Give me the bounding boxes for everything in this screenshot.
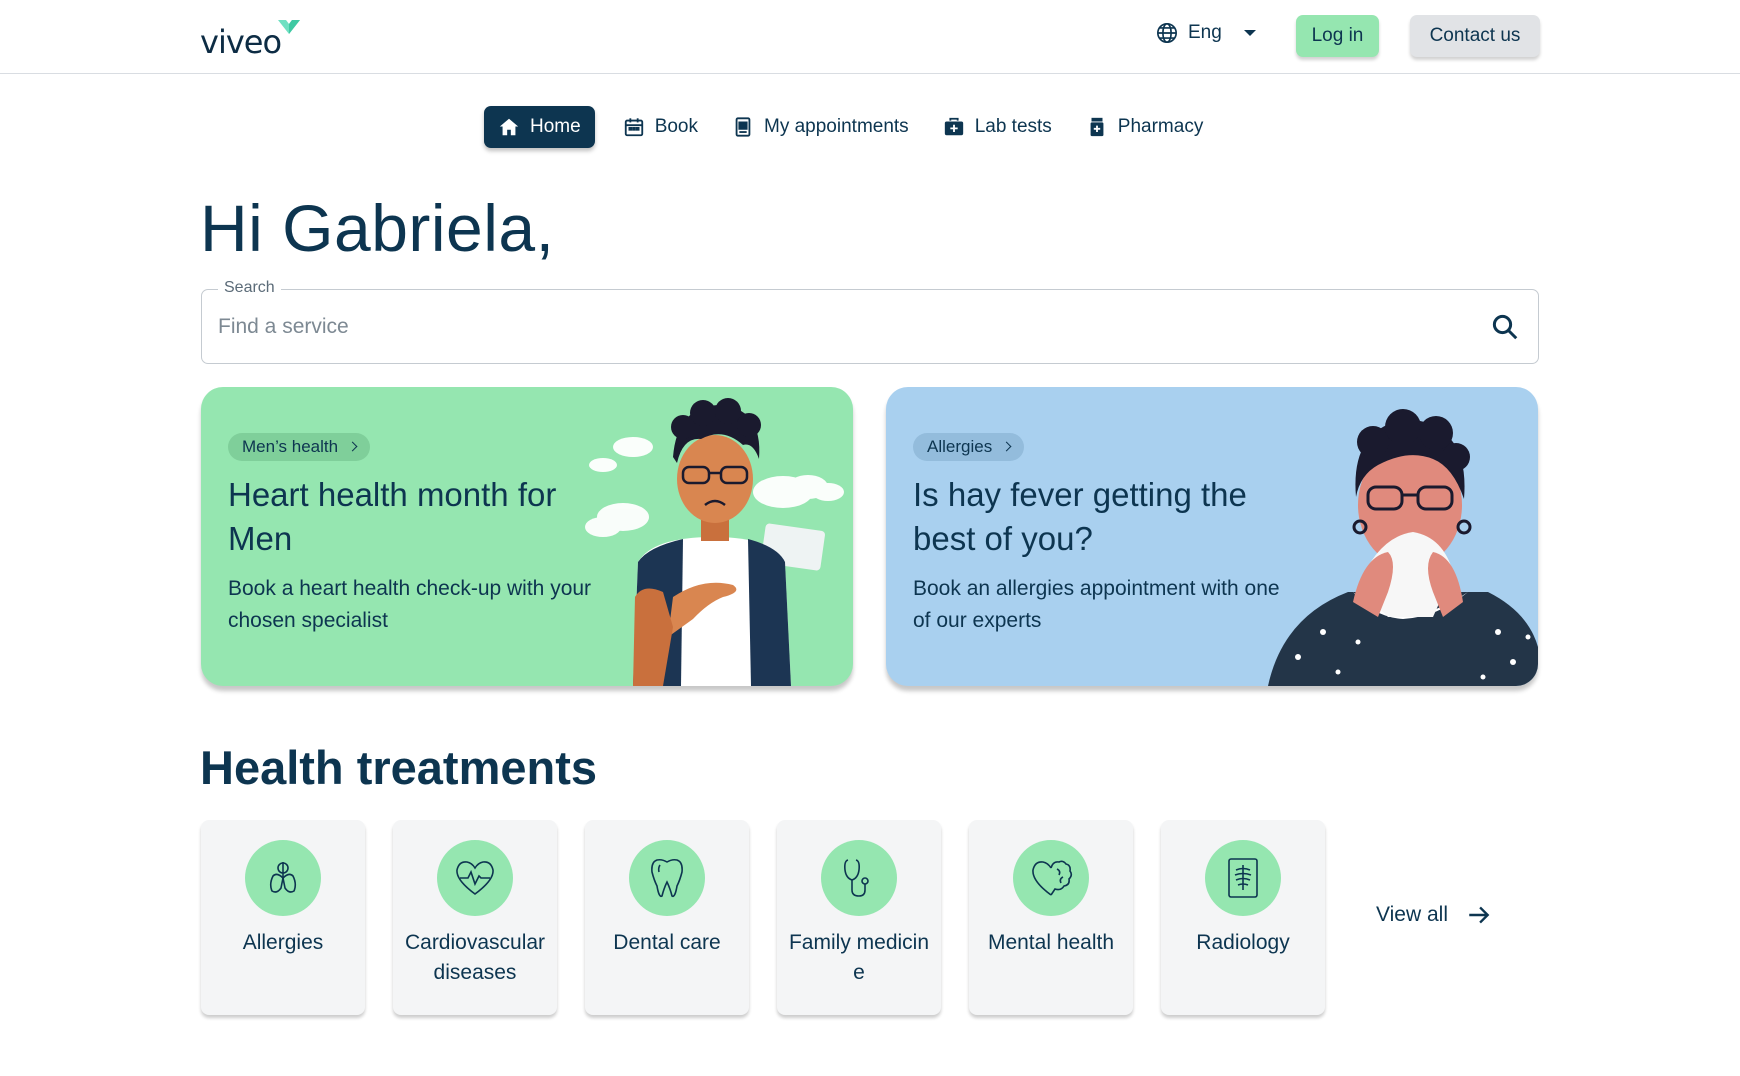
xray-icon	[1228, 858, 1258, 898]
treatment-tile-allergies[interactable]: Allergies	[201, 820, 365, 1015]
search-legend: Search	[218, 279, 281, 297]
treatment-tile-family-medicine[interactable]: Family medicine	[777, 820, 941, 1015]
tooth-icon	[651, 858, 683, 898]
nav-book[interactable]: Book	[609, 106, 712, 148]
man-chest-pain-illustration	[585, 398, 844, 686]
nav-my-appointments-label: My appointments	[764, 116, 909, 137]
lungs-icon	[269, 862, 297, 893]
treatment-label: Mental health	[987, 931, 1115, 954]
treatment-icon-circle	[821, 840, 897, 916]
contact-us-button[interactable]: Contact us	[1410, 15, 1540, 57]
treatment-label: Radiology	[1196, 931, 1290, 954]
clipboard-icon	[735, 117, 751, 137]
language-selector[interactable]: Eng	[1156, 22, 1256, 44]
chevron-down-icon	[1243, 30, 1256, 36]
treatment-tile-cardiovascular[interactable]: Cardiovascular diseases	[393, 820, 557, 1015]
logo-heart-icon	[278, 20, 300, 34]
nav-pharmacy[interactable]: Pharmacy	[1072, 106, 1218, 148]
treatment-icon-circle	[245, 840, 321, 916]
treatment-icon-circle	[629, 840, 705, 916]
nav-lab-tests[interactable]: Lab tests	[929, 106, 1066, 148]
promo-card-mens-health[interactable]: Men’s health Heart health month for Men …	[201, 387, 853, 686]
brain-heart-icon	[1032, 860, 1073, 896]
heart-pulse-icon	[456, 861, 494, 895]
woman-sneezing-illustration	[1268, 409, 1538, 686]
treatment-tile-dental-care[interactable]: Dental care	[585, 820, 749, 1015]
treatment-label: Cardiovascular diseases	[404, 931, 546, 984]
nav-home[interactable]: Home	[484, 106, 595, 148]
treatment-label: Family medicine	[788, 931, 930, 984]
calendar-icon	[624, 118, 643, 137]
globe-icon	[1157, 23, 1177, 43]
card-description: Book an allergies appointment with one o…	[913, 577, 1280, 632]
treatment-label: Dental care	[613, 931, 721, 954]
logo-text: viveo	[200, 23, 282, 61]
search-input[interactable]	[218, 310, 1438, 344]
pill-bottle-icon	[1090, 117, 1104, 137]
greeting-heading: Hi Gabriela,	[200, 191, 555, 265]
language-label: Eng	[1188, 22, 1222, 43]
treatment-icon-circle	[1205, 840, 1281, 916]
home-icon	[499, 118, 519, 136]
health-treatments-heading: Health treatments	[200, 741, 597, 794]
nav-book-label: Book	[654, 116, 698, 137]
nav-pharmacy-label: Pharmacy	[1117, 116, 1204, 137]
card-title: Heart health month for Men	[228, 476, 557, 557]
search-icon[interactable]	[1490, 312, 1520, 342]
card-description: Book a heart health check-up with your c…	[228, 577, 592, 632]
login-button[interactable]: Log in	[1296, 15, 1379, 57]
viveo-logo[interactable]: viveo	[200, 18, 300, 61]
treatment-label: Allergies	[242, 931, 324, 954]
view-all-link[interactable]: View all	[1376, 902, 1492, 928]
nav-my-appointments[interactable]: My appointments	[718, 106, 923, 148]
treatment-tile-mental-health[interactable]: Mental health	[969, 820, 1133, 1015]
treatment-icon-circle	[1013, 840, 1089, 916]
top-bar: viveo Eng Log in Contact us	[0, 0, 1740, 74]
medical-kit-icon	[944, 117, 963, 136]
arrow-right-icon	[1469, 906, 1490, 924]
stethoscope-icon	[844, 859, 869, 897]
main-nav: Home Book My appointments Lab tests Phar…	[484, 106, 1223, 148]
nav-lab-tests-label: Lab tests	[974, 116, 1052, 137]
category-chip[interactable]: Allergies	[913, 433, 1025, 461]
card-title: Is hay fever getting the best of you?	[913, 476, 1247, 557]
treatment-icon-circle	[437, 840, 513, 916]
promo-card-allergies[interactable]: Allergies Is hay fever getting the best …	[886, 387, 1538, 686]
service-search: Search	[201, 279, 1539, 364]
view-all-label: View all	[1376, 903, 1448, 926]
treatment-tile-radiology[interactable]: Radiology	[1161, 820, 1325, 1015]
category-chip[interactable]: Men’s health	[228, 433, 371, 461]
nav-home-label: Home	[530, 116, 581, 137]
